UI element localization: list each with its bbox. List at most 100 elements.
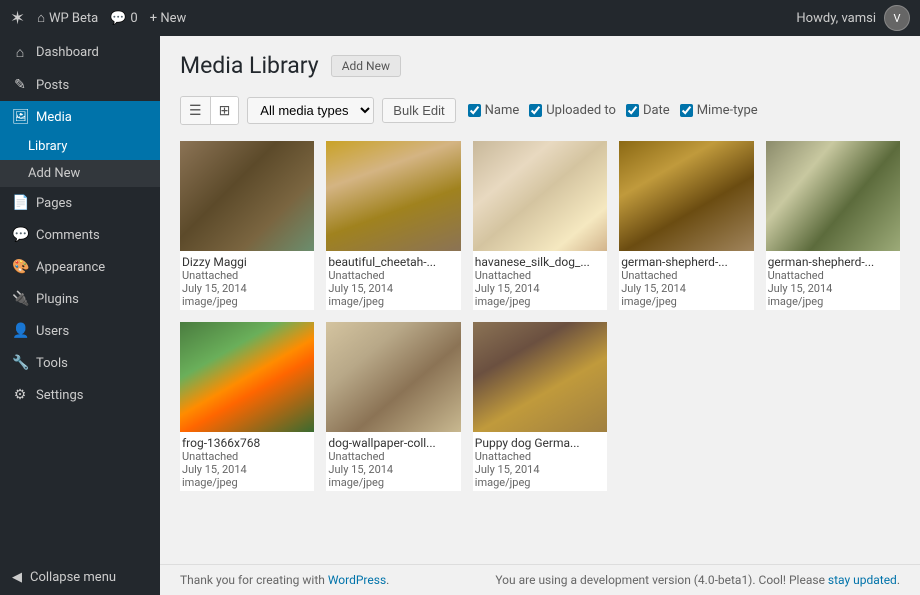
col-uploaded-to: Uploaded to	[529, 103, 616, 118]
media-info: beautiful_cheetah-... Unattached July 15…	[326, 251, 460, 310]
bulk-edit-button[interactable]: Bulk Edit	[382, 98, 455, 123]
stay-updated-link[interactable]: stay updated	[828, 573, 897, 587]
media-thumbnail	[473, 141, 607, 251]
media-type: image/jpeg	[621, 295, 751, 308]
col-name-label: Name	[485, 103, 520, 118]
sidebar-item-dashboard[interactable]: ⌂ Dashboard	[0, 36, 160, 69]
add-new-button[interactable]: Add New	[331, 55, 401, 77]
media-name: german-shepherd-...	[768, 255, 898, 269]
media-type: image/jpeg	[768, 295, 898, 308]
comment-icon: 💬	[110, 11, 126, 26]
media-item-5[interactable]: german-shepherd-... Unattached July 15, …	[766, 141, 900, 310]
media-type: image/jpeg	[182, 295, 312, 308]
col-uploaded-to-checkbox[interactable]	[529, 104, 542, 117]
media-thumbnail	[326, 322, 460, 432]
media-date: July 15, 2014	[328, 282, 458, 295]
media-date: July 15, 2014	[328, 463, 458, 476]
media-item-4[interactable]: german-shepherd-... Unattached July 15, …	[619, 141, 753, 310]
media-type: image/jpeg	[475, 476, 605, 489]
collapse-menu-button[interactable]: ◀ Collapse menu	[0, 560, 160, 595]
col-date: Date	[626, 103, 670, 118]
col-name-checkbox[interactable]	[468, 104, 481, 117]
sidebar-item-appearance[interactable]: 🎨 Appearance	[0, 251, 160, 283]
media-status: Unattached	[621, 269, 751, 282]
sidebar-item-label: Tools	[36, 356, 68, 371]
appearance-icon: 🎨	[12, 259, 28, 275]
view-toggle: ☰ ⊞	[180, 96, 239, 125]
media-thumbnail	[180, 141, 314, 251]
content-area: Media Library Add New ☰ ⊞ All media type…	[160, 36, 920, 595]
media-item-3[interactable]: havanese_silk_dog_... Unattached July 15…	[473, 141, 607, 310]
media-thumbnail	[766, 141, 900, 251]
media-item-1[interactable]: Dizzy Maggi Unattached July 15, 2014 ima…	[180, 141, 314, 310]
media-status: Unattached	[475, 269, 605, 282]
content-scrollable[interactable]: Media Library Add New ☰ ⊞ All media type…	[160, 36, 920, 564]
col-mime-type-checkbox[interactable]	[680, 104, 693, 117]
media-date: July 15, 2014	[621, 282, 751, 295]
sidebar-item-tools[interactable]: 🔧 Tools	[0, 347, 160, 379]
media-info: dog-wallpaper-coll... Unattached July 15…	[326, 432, 460, 491]
sidebar-item-settings[interactable]: ⚙ Settings	[0, 379, 160, 411]
list-view-button[interactable]: ☰	[181, 97, 211, 124]
footer-left: Thank you for creating with WordPress.	[180, 573, 389, 587]
media-date: July 15, 2014	[475, 282, 605, 295]
sidebar-subitem-add-new[interactable]: Add New	[0, 160, 160, 187]
media-name: Dizzy Maggi	[182, 255, 312, 269]
col-uploaded-to-label: Uploaded to	[546, 103, 616, 118]
wordpress-link[interactable]: WordPress	[328, 573, 386, 587]
media-thumbnail	[180, 322, 314, 432]
col-date-checkbox[interactable]	[626, 104, 639, 117]
sidebar-item-media[interactable]: 🖼 Media	[0, 101, 160, 133]
media-thumbnail	[326, 141, 460, 251]
media-type: image/jpeg	[182, 476, 312, 489]
col-name: Name	[468, 103, 520, 118]
media-status: Unattached	[182, 450, 312, 463]
sidebar-item-pages[interactable]: 📄 Pages	[0, 187, 160, 219]
sidebar-item-label: Plugins	[36, 292, 79, 307]
media-name: dog-wallpaper-coll...	[328, 436, 458, 450]
media-item-8[interactable]: Puppy dog Germa... Unattached July 15, 2…	[473, 322, 607, 491]
wp-logo-icon[interactable]: ✶	[10, 8, 25, 29]
media-icon: 🖼	[12, 109, 28, 125]
col-date-label: Date	[643, 103, 670, 118]
media-item-7[interactable]: dog-wallpaper-coll... Unattached July 15…	[326, 322, 460, 491]
adminbar-howdy: Howdy, vamsi	[796, 11, 876, 26]
sidebar-item-label: Comments	[36, 228, 100, 243]
sidebar-item-label: Appearance	[36, 260, 105, 275]
sidebar-item-comments[interactable]: 💬 Comments	[0, 219, 160, 251]
media-date: July 15, 2014	[182, 463, 312, 476]
sidebar-subitem-label: Library	[28, 139, 67, 154]
media-name: Puppy dog Germa...	[475, 436, 605, 450]
media-date: July 15, 2014	[768, 282, 898, 295]
sidebar-item-posts[interactable]: ✎ Posts	[0, 69, 160, 101]
pages-icon: 📄	[12, 195, 28, 211]
sidebar-item-label: Posts	[36, 78, 69, 93]
sidebar-subitem-library[interactable]: Library	[0, 133, 160, 160]
media-thumbnail	[619, 141, 753, 251]
sidebar-item-plugins[interactable]: 🔌 Plugins	[0, 283, 160, 315]
collapse-icon: ◀	[12, 570, 22, 585]
sidebar-item-users[interactable]: 👤 Users	[0, 315, 160, 347]
media-type-filter[interactable]: All media types Images Audio Video	[247, 97, 374, 124]
plugins-icon: 🔌	[12, 291, 28, 307]
media-date: July 15, 2014	[182, 282, 312, 295]
adminbar-site-name[interactable]: ⌂ WP Beta	[37, 10, 98, 26]
media-grid: Dizzy Maggi Unattached July 15, 2014 ima…	[180, 141, 900, 491]
sidebar-subitem-label: Add New	[28, 166, 80, 181]
media-thumbnail	[473, 322, 607, 432]
grid-view-button[interactable]: ⊞	[211, 97, 239, 124]
media-info: frog-1366x768 Unattached July 15, 2014 i…	[180, 432, 314, 491]
comments-icon: 💬	[12, 227, 28, 243]
media-item-2[interactable]: beautiful_cheetah-... Unattached July 15…	[326, 141, 460, 310]
media-status: Unattached	[182, 269, 312, 282]
users-icon: 👤	[12, 323, 28, 339]
home-icon: ⌂	[37, 10, 45, 26]
dashboard-icon: ⌂	[12, 44, 28, 61]
adminbar-new[interactable]: + New	[150, 11, 187, 26]
media-item-6[interactable]: frog-1366x768 Unattached July 15, 2014 i…	[180, 322, 314, 491]
settings-icon: ⚙	[12, 387, 28, 403]
adminbar-comments[interactable]: 💬 0	[110, 11, 138, 26]
media-status: Unattached	[475, 450, 605, 463]
media-info: german-shepherd-... Unattached July 15, …	[619, 251, 753, 310]
page-header: Media Library Add New	[180, 52, 900, 80]
